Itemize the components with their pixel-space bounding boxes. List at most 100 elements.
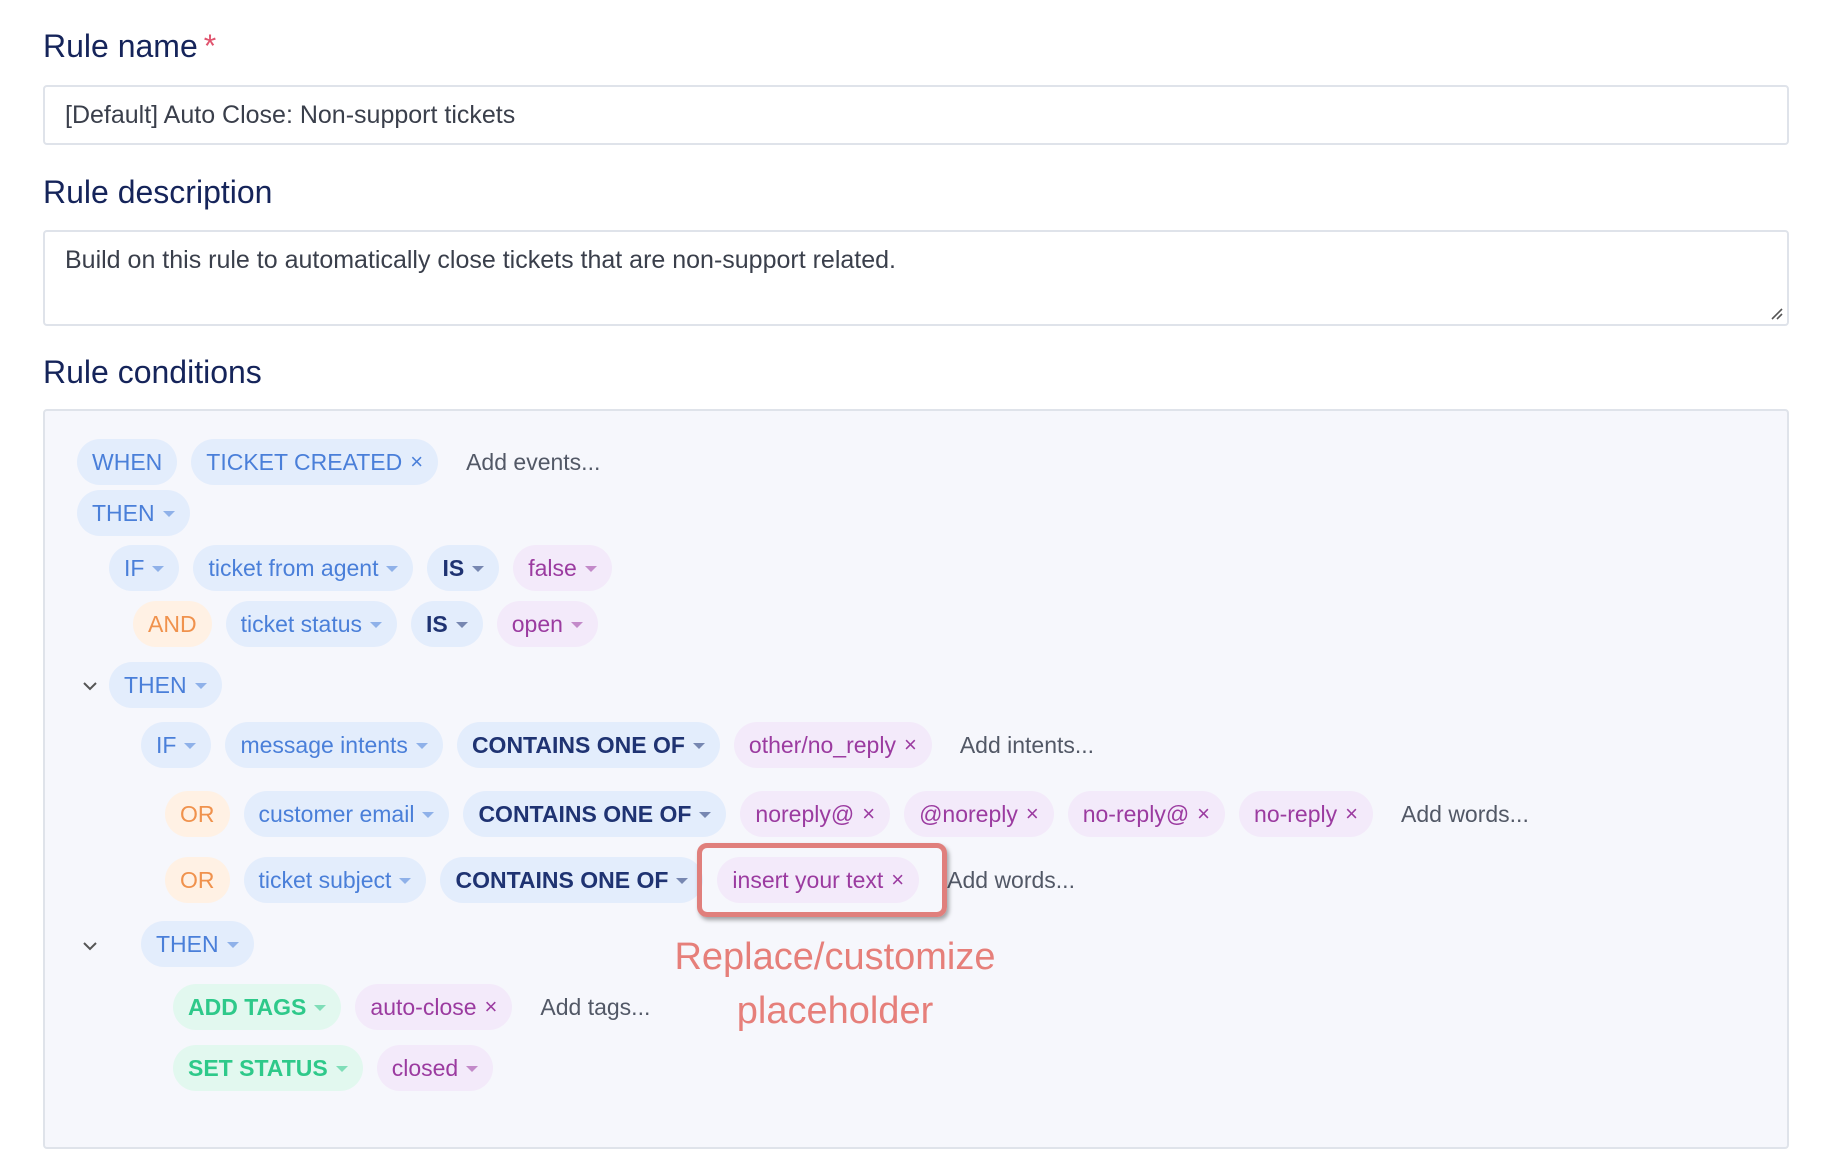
- rule-name-input[interactable]: [Default] Auto Close: Non-support ticket…: [43, 85, 1789, 145]
- then-row-1: THEN: [77, 488, 190, 538]
- when-keyword: WHEN: [77, 439, 178, 485]
- remove-icon[interactable]: ×: [904, 734, 917, 756]
- remove-icon[interactable]: ×: [1197, 803, 1210, 825]
- chevron-down-icon: [415, 743, 428, 749]
- rule-name-label: Rule name *: [43, 28, 216, 65]
- event-chip-ticket-created: TICKET CREATED ×: [191, 439, 439, 485]
- value-select-false[interactable]: false: [513, 545, 612, 591]
- word-chip-no-reply-at: no-reply@ ×: [1067, 791, 1226, 837]
- chevron-down-icon: [335, 1066, 348, 1072]
- then-keyword-3[interactable]: THEN: [141, 921, 254, 967]
- chevron-down-icon: [676, 878, 689, 884]
- action-select-set-status[interactable]: SET STATUS: [173, 1045, 363, 1091]
- and-keyword-text: AND: [148, 610, 197, 637]
- field-text: message intents: [240, 731, 408, 758]
- remove-icon[interactable]: ×: [1026, 803, 1039, 825]
- chevron-down-icon: [699, 812, 712, 818]
- intent-text: other/no_reply: [748, 731, 896, 758]
- add-tags-input[interactable]: Add tags...: [526, 994, 664, 1021]
- or-keyword-1[interactable]: OR: [165, 791, 230, 837]
- word-text: @noreply: [919, 800, 1018, 827]
- field-select-message-intents[interactable]: message intents: [225, 722, 443, 768]
- chevron-down-icon: [386, 566, 399, 572]
- add-tags-row: ADD TAGS auto-close × Add tags...: [173, 982, 664, 1032]
- chevron-down-icon: [370, 622, 382, 628]
- rule-description-textarea[interactable]: Build on this rule to automatically clos…: [43, 230, 1789, 326]
- when-keyword-text: WHEN: [92, 448, 163, 475]
- if-row-2: IF message intents CONTAINS ONE OF other…: [141, 720, 1108, 770]
- add-events-input[interactable]: Add events...: [452, 449, 614, 476]
- and-keyword[interactable]: AND: [133, 601, 212, 647]
- tag-chip-auto-close: auto-close ×: [355, 984, 513, 1030]
- add-intents-input[interactable]: Add intents...: [946, 732, 1108, 759]
- operator-select-is-2[interactable]: IS: [411, 601, 483, 647]
- rule-conditions-panel: WHEN TICKET CREATED × Add events... THEN …: [43, 409, 1789, 1149]
- value-text: false: [528, 554, 577, 581]
- remove-icon[interactable]: ×: [1345, 803, 1358, 825]
- word-text: no-reply: [1254, 800, 1338, 827]
- operator-text: IS: [442, 554, 465, 581]
- operator-text: CONTAINS ONE OF: [471, 731, 685, 758]
- field-select-ticket-from-agent[interactable]: ticket from agent: [193, 545, 414, 591]
- rule-conditions-label: Rule conditions: [43, 354, 262, 390]
- word-text: no-reply@: [1082, 800, 1190, 827]
- rule-description-label: Rule description: [43, 174, 273, 210]
- collapse-chevron-icon[interactable]: [81, 677, 99, 695]
- remove-icon[interactable]: ×: [410, 451, 423, 473]
- chevron-down-icon: [422, 812, 435, 818]
- word-chip-at-noreply: @noreply ×: [904, 791, 1054, 837]
- field-select-ticket-status[interactable]: ticket status: [225, 601, 397, 647]
- then-row-2: THEN: [109, 660, 222, 710]
- operator-text: IS: [426, 610, 448, 637]
- set-status-row: SET STATUS closed: [173, 1043, 494, 1093]
- operator-select-contains-2[interactable]: CONTAINS ONE OF: [463, 791, 727, 837]
- then-keyword-text: THEN: [124, 671, 187, 698]
- collapse-chevron-icon[interactable]: [81, 937, 99, 955]
- chevron-down-icon: [314, 1005, 327, 1011]
- operator-text: CONTAINS ONE OF: [455, 866, 669, 893]
- or-row-2: OR ticket subject CONTAINS ONE OF insert…: [165, 855, 1089, 905]
- if-keyword-2[interactable]: IF: [141, 722, 212, 768]
- operator-text: CONTAINS ONE OF: [478, 800, 692, 827]
- chevron-down-icon: [455, 622, 468, 628]
- resize-handle-icon[interactable]: [1767, 304, 1783, 320]
- or-keyword-2[interactable]: OR: [165, 857, 230, 903]
- annotation-line-1: Replace/customize: [674, 936, 996, 978]
- add-words-input-2[interactable]: Add words...: [933, 867, 1089, 894]
- and-row: AND ticket status IS open: [133, 599, 598, 649]
- required-mark: *: [203, 28, 217, 64]
- chevron-down-icon: [584, 566, 597, 572]
- event-chip-text: TICKET CREATED: [206, 448, 403, 475]
- if-keyword-text: IF: [156, 731, 177, 758]
- then-keyword-2[interactable]: THEN: [109, 662, 222, 708]
- value-select-open[interactable]: open: [496, 601, 598, 647]
- operator-select-contains-1[interactable]: CONTAINS ONE OF: [456, 722, 720, 768]
- value-text: open: [511, 610, 563, 637]
- field-select-customer-email[interactable]: customer email: [243, 791, 450, 837]
- action-select-add-tags[interactable]: ADD TAGS: [173, 984, 342, 1030]
- field-select-ticket-subject[interactable]: ticket subject: [243, 857, 427, 903]
- or-keyword-text: OR: [180, 800, 215, 827]
- field-text: ticket from agent: [208, 554, 379, 581]
- word-chip-no-reply: no-reply ×: [1239, 791, 1373, 837]
- operator-select-is-1[interactable]: IS: [427, 545, 500, 591]
- then-keyword-text: THEN: [156, 930, 219, 957]
- rule-description-text: Build on this rule to automatically clos…: [65, 246, 896, 274]
- operator-select-contains-3[interactable]: CONTAINS ONE OF: [440, 857, 704, 903]
- annotation-line-2: placeholder: [736, 990, 934, 1032]
- status-select-closed[interactable]: closed: [376, 1045, 494, 1091]
- chevron-down-icon: [466, 1066, 479, 1072]
- if-keyword-text: IF: [124, 554, 145, 581]
- remove-icon[interactable]: ×: [485, 996, 498, 1018]
- chevron-down-icon: [226, 942, 239, 948]
- if-keyword-1[interactable]: IF: [109, 545, 180, 591]
- action-text: ADD TAGS: [188, 993, 307, 1020]
- add-words-input-1[interactable]: Add words...: [1387, 801, 1543, 828]
- word-chip-noreply-at: noreply@ ×: [740, 791, 891, 837]
- remove-icon[interactable]: ×: [862, 803, 875, 825]
- annotation-text: Replace/customize placeholder: [660, 930, 1010, 1038]
- chevron-down-icon: [162, 511, 175, 517]
- then-keyword-1[interactable]: THEN: [77, 490, 190, 536]
- tag-text: auto-close: [370, 993, 477, 1020]
- action-text: SET STATUS: [188, 1054, 328, 1081]
